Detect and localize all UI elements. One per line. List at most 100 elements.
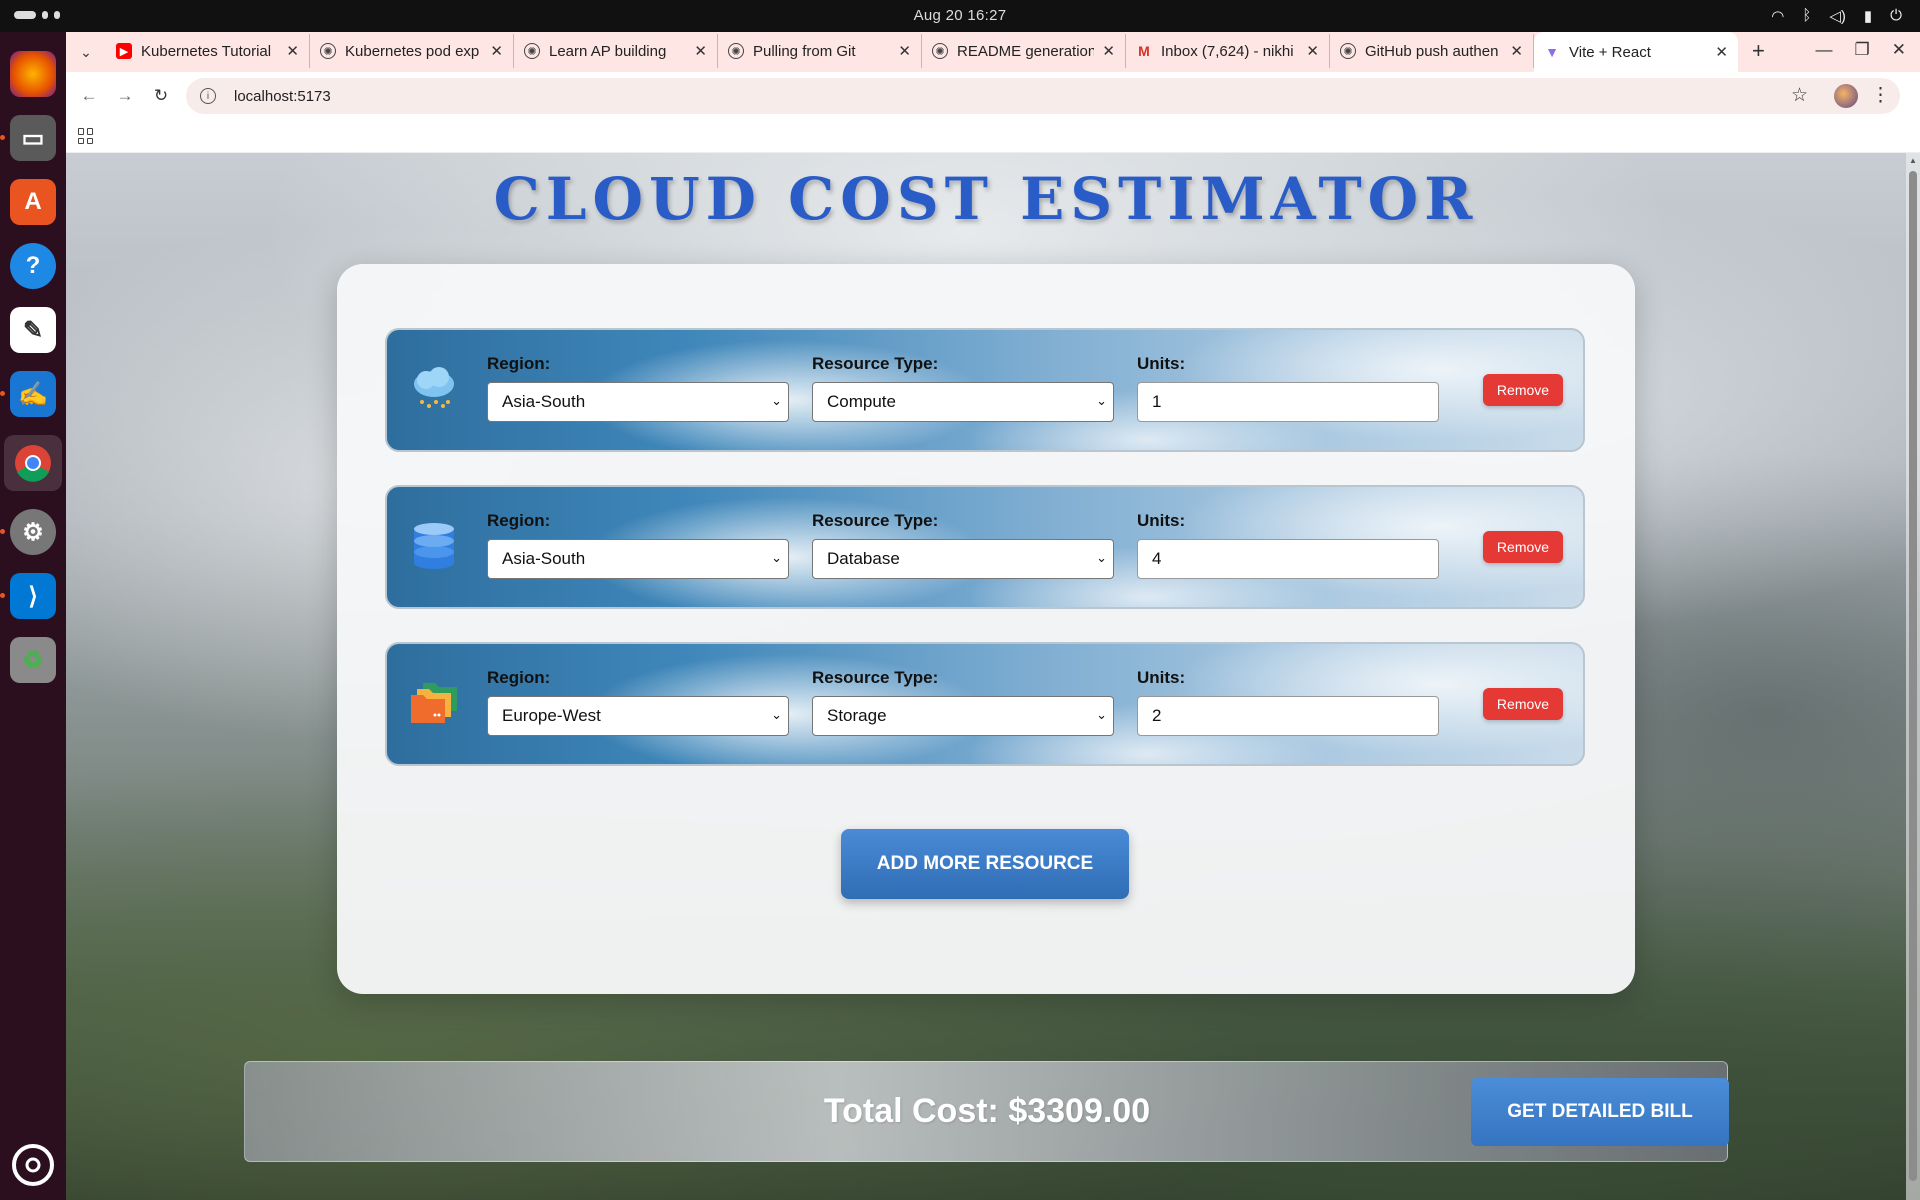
help-icon[interactable]: ?	[10, 243, 56, 289]
close-window-icon[interactable]: ✕	[1892, 40, 1906, 60]
tab-readme[interactable]: ✺ README generation ✕	[922, 34, 1126, 68]
region-select[interactable]: Asia-South ⌄	[487, 539, 789, 579]
tab-close-icon[interactable]: ✕	[1510, 42, 1523, 60]
chrome-icon[interactable]	[4, 435, 62, 491]
add-more-resource-button[interactable]: ADD MORE RESOURCE	[841, 829, 1129, 899]
page-title: CLOUD COST ESTIMATOR	[493, 165, 1479, 233]
page-scrollbar[interactable]: ▲	[1906, 153, 1920, 1200]
tab-kubernetes-tutorial[interactable]: ▶ Kubernetes Tutorial ✕	[106, 34, 310, 68]
new-tab-button[interactable]: +	[1752, 38, 1765, 64]
scroll-up-icon[interactable]: ▲	[1909, 156, 1917, 165]
browser-window: ⌄ ▶ Kubernetes Tutorial ✕ ✺ Kubernetes po…	[66, 32, 1920, 153]
forward-icon[interactable]: →	[108, 86, 142, 106]
region-select[interactable]: Asia-South ⌄	[487, 382, 789, 422]
system-top-bar: Aug 20 16:27 ◠ ᛒ ◁) ▮ ⏻	[0, 0, 1920, 32]
tab-close-icon[interactable]: ✕	[1715, 43, 1728, 61]
remove-button[interactable]: Remove	[1483, 688, 1563, 720]
resource-row-2: Region: Asia-South ⌄ Resource Type: Datab…	[385, 485, 1585, 609]
tab-github-push[interactable]: ✺ GitHub push authen ✕	[1330, 34, 1534, 68]
resource-row-3: Region: Europe-West ⌄ Resource Type: Stor…	[385, 642, 1585, 766]
ubuntu-dock: ▭ A ? ✎ ✍ ⚙ ⟩ ♻	[0, 32, 66, 1200]
region-field: Region: Asia-South ⌄	[487, 511, 789, 579]
browser-toolbar: ← → ↻ i localhost:5173 ☆ ⋮	[66, 72, 1920, 120]
units-label: Units:	[1137, 668, 1186, 687]
bookmark-star-icon[interactable]: ☆	[1791, 84, 1808, 107]
firefox-icon[interactable]	[10, 51, 56, 97]
resource-type-field: Resource Type: Compute ⌄	[812, 354, 1114, 422]
resource-type-label: Resource Type:	[812, 668, 939, 687]
tab-pulling-git[interactable]: ✺ Pulling from Git ✕	[718, 34, 922, 68]
tab-close-icon[interactable]: ✕	[898, 42, 911, 60]
gimp-icon[interactable]: ✎	[10, 307, 56, 353]
reload-icon[interactable]: ↻	[144, 86, 178, 106]
power-icon: ⏻	[1890, 7, 1902, 24]
remove-button[interactable]: Remove	[1483, 531, 1563, 563]
tab-learn-ap[interactable]: ✺ Learn AP building ✕	[514, 34, 718, 68]
window-controls: — ❐ ✕	[1816, 40, 1907, 60]
tab-close-icon[interactable]: ✕	[490, 42, 503, 60]
minimize-icon[interactable]: —	[1816, 40, 1833, 60]
units-input[interactable]: 1	[1137, 382, 1439, 422]
scrollbar-thumb[interactable]	[1909, 171, 1917, 1181]
resources-card: Region: Asia-South ⌄ Resource Type: Compu…	[337, 264, 1635, 994]
restore-icon[interactable]: ❐	[1855, 40, 1870, 60]
resource-type-label: Resource Type:	[812, 511, 939, 530]
units-input[interactable]: 2	[1137, 696, 1439, 736]
chevron-down-icon: ⌄	[1096, 707, 1107, 722]
url-text[interactable]: localhost:5173	[234, 88, 331, 105]
resource-type-select[interactable]: Compute ⌄	[812, 382, 1114, 422]
vite-icon: ▼	[1545, 44, 1559, 60]
address-bar[interactable]: i localhost:5173 ☆ ⋮	[186, 78, 1900, 114]
region-label: Region:	[487, 511, 551, 530]
show-apps-icon[interactable]	[12, 1144, 54, 1186]
units-field: Units: 4	[1137, 511, 1439, 579]
remove-button[interactable]: Remove	[1483, 374, 1563, 406]
resource-type-field: Resource Type: Storage ⌄	[812, 668, 1114, 736]
tab-close-icon[interactable]: ✕	[286, 42, 299, 60]
resource-type-select[interactable]: Storage ⌄	[812, 696, 1114, 736]
bluetooth-icon: ᛒ	[1802, 7, 1812, 24]
back-icon[interactable]: ←	[72, 86, 106, 106]
tab-close-icon[interactable]: ✕	[1102, 42, 1115, 60]
tab-strip: ⌄ ▶ Kubernetes Tutorial ✕ ✺ Kubernetes po…	[66, 32, 1920, 72]
wifi-icon: ◠	[1771, 8, 1785, 25]
get-detailed-bill-button[interactable]: GET DETAILED BILL	[1471, 1078, 1729, 1146]
tab-inbox[interactable]: M Inbox (7,624) - nikhi ✕	[1126, 34, 1330, 68]
tab-kubernetes-pod[interactable]: ✺ Kubernetes pod exp ✕	[310, 34, 514, 68]
resource-type-label: Resource Type:	[812, 354, 939, 373]
site-info-icon[interactable]: i	[200, 88, 216, 104]
settings-icon[interactable]: ⚙	[0, 509, 56, 555]
youtube-icon: ▶	[116, 43, 132, 59]
cloud-rain-icon	[409, 364, 459, 414]
region-label: Region:	[487, 354, 551, 373]
chatgpt-icon: ✺	[1340, 43, 1356, 59]
tab-close-icon[interactable]: ✕	[694, 42, 707, 60]
system-tray[interactable]: ◠ ᛒ ◁) ▮ ⏻	[1771, 7, 1902, 25]
units-field: Units: 2	[1137, 668, 1439, 736]
units-input[interactable]: 4	[1137, 539, 1439, 579]
chevron-down-icon: ⌄	[771, 707, 782, 722]
system-clock[interactable]: Aug 20 16:27	[0, 7, 1920, 24]
resource-type-field: Resource Type: Database ⌄	[812, 511, 1114, 579]
apps-grid-icon[interactable]	[78, 128, 94, 144]
browser-menu-icon[interactable]: ⋮	[1871, 84, 1890, 107]
files-icon[interactable]: ▭	[0, 115, 56, 161]
tab-search-button[interactable]: ⌄	[72, 38, 100, 66]
units-label: Units:	[1137, 354, 1186, 373]
vscode-icon[interactable]: ⟩	[0, 573, 56, 619]
region-field: Region: Asia-South ⌄	[487, 354, 789, 422]
app-center-icon[interactable]: A	[10, 179, 56, 225]
region-field: Region: Europe-West ⌄	[487, 668, 789, 736]
resource-type-select[interactable]: Database ⌄	[812, 539, 1114, 579]
battery-icon: ▮	[1863, 8, 1873, 25]
tab-vite-react[interactable]: ▼ Vite + React ✕	[1534, 32, 1738, 72]
profile-avatar[interactable]	[1834, 84, 1858, 108]
units-field: Units: 1	[1137, 354, 1439, 422]
chatgpt-icon: ✺	[320, 43, 336, 59]
region-select[interactable]: Europe-West ⌄	[487, 696, 789, 736]
text-editor-icon[interactable]: ✍	[0, 371, 56, 417]
trash-icon[interactable]: ♻	[10, 637, 56, 683]
tab-close-icon[interactable]: ✕	[1306, 42, 1319, 60]
chatgpt-icon: ✺	[728, 43, 744, 59]
gmail-icon: M	[1138, 43, 1150, 59]
